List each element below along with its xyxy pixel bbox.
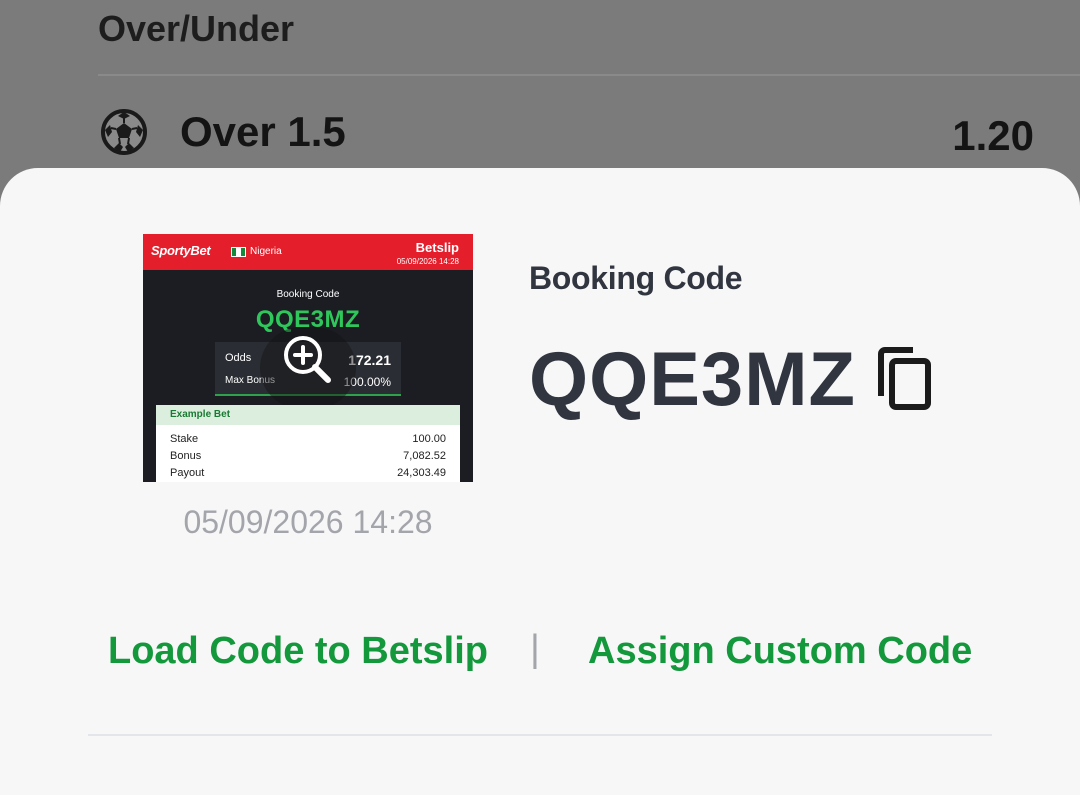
row-label: Bonus xyxy=(170,449,202,462)
row-label: Payout xyxy=(170,466,205,479)
load-code-to-betslip-link[interactable]: Load Code to Betslip xyxy=(108,630,488,673)
booking-code-value: QQE3MZ xyxy=(529,337,856,422)
betslip-thumbnail[interactable]: SportyBet Nigeria Betslip 05/09/2026 14:… xyxy=(143,234,473,482)
row-label: Stake xyxy=(170,432,199,445)
example-bet-title: Example Bet xyxy=(156,405,460,425)
row-value: 100.00 xyxy=(412,432,446,445)
soccer-ball-icon xyxy=(101,109,147,155)
thumbnail-header: SportyBet Nigeria Betslip 05/09/2026 14:… xyxy=(143,234,473,270)
row-value: 24,303.49 xyxy=(397,466,446,479)
action-separator: | xyxy=(530,628,540,670)
outcome-odds[interactable]: 1.20 xyxy=(952,112,1034,160)
country-label: Nigeria xyxy=(250,246,282,257)
row-value: 7,082.52 xyxy=(403,449,446,462)
market-title: Over/Under xyxy=(98,8,295,49)
assign-custom-code-link[interactable]: Assign Custom Code xyxy=(588,630,972,673)
brand-logo: SportyBet xyxy=(151,243,211,258)
outcome-label[interactable]: Over 1.5 xyxy=(180,108,346,156)
example-row-bonus: Bonus 7,082.52 xyxy=(156,447,460,464)
divider xyxy=(88,734,992,736)
example-row-payout: Payout 24,303.49 xyxy=(156,464,460,481)
booking-code-label: Booking Code xyxy=(529,260,743,296)
booking-code-sheet: SportyBet Nigeria Betslip 05/09/2026 14:… xyxy=(0,168,1080,795)
thumbnail-booking-label: Booking Code xyxy=(276,289,340,300)
nigeria-flag-icon xyxy=(231,247,246,257)
odds-label: Odds xyxy=(225,352,252,364)
slip-title: Betslip xyxy=(415,240,459,255)
example-row-stake: Stake 100.00 xyxy=(156,430,460,447)
zoom-in-icon[interactable] xyxy=(281,333,333,385)
copy-icon[interactable] xyxy=(875,346,933,412)
slip-date: 05/09/2026 14:28 xyxy=(396,257,459,266)
divider xyxy=(98,74,1080,76)
thumbnail-timestamp: 05/09/2026 14:28 xyxy=(183,504,433,540)
example-bet-card: Example Bet Stake 100.00 Bonus 7,082.52 … xyxy=(156,405,460,482)
